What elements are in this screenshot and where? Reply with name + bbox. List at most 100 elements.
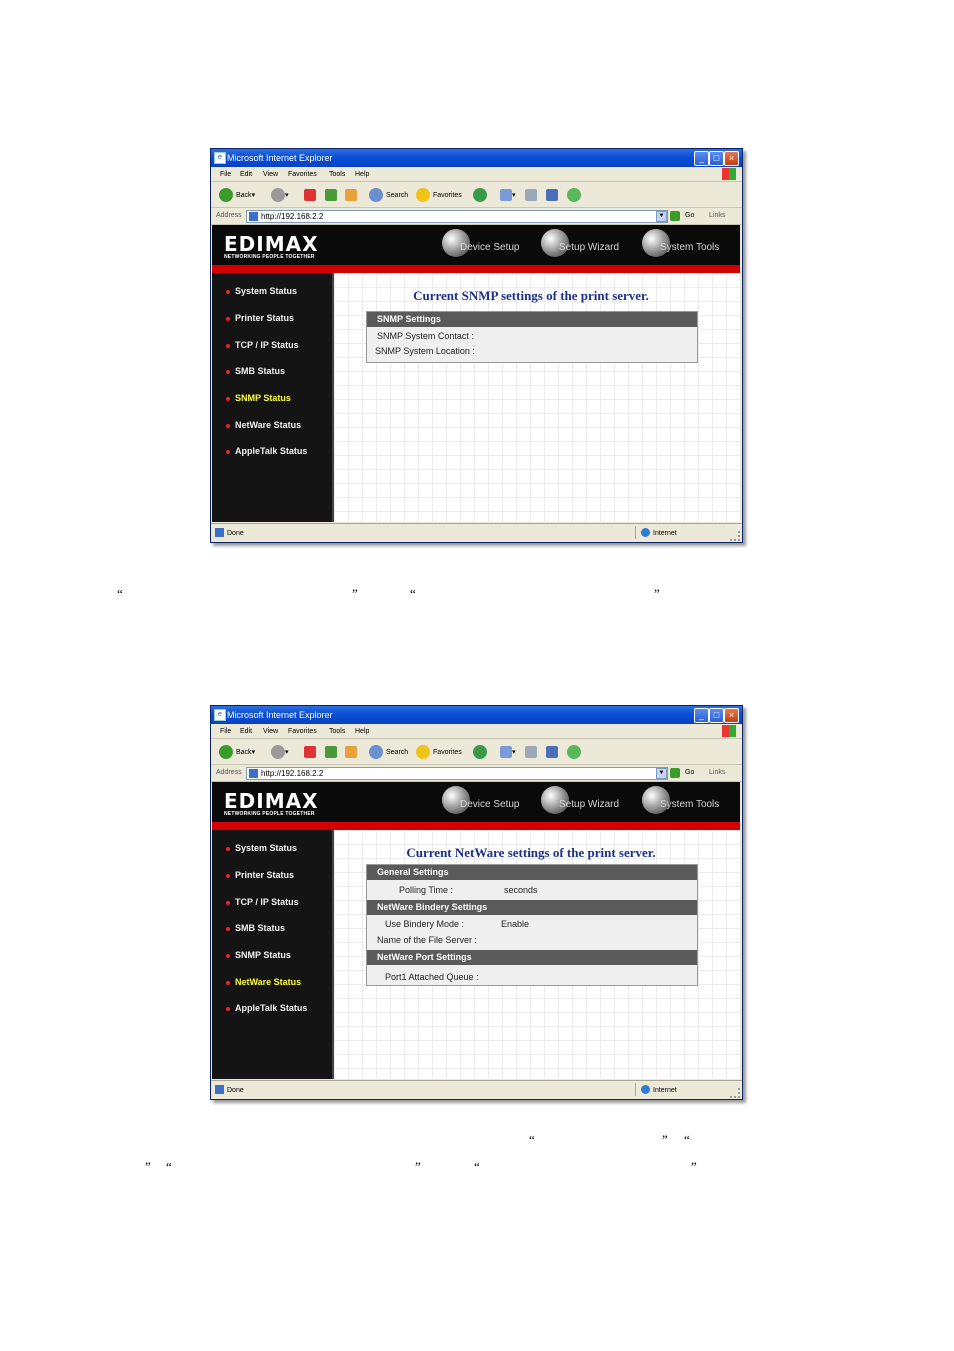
minimize-button[interactable]: _	[694, 708, 709, 723]
status-text: Done	[227, 1087, 244, 1094]
address-dropdown-icon[interactable]: ▼	[656, 768, 667, 779]
menu-file[interactable]: File	[220, 171, 231, 178]
back-button[interactable]: Back ▾	[219, 187, 255, 203]
sidebar-item-netware-status[interactable]: NetWare Status	[226, 420, 301, 430]
maximize-button[interactable]: □	[709, 151, 724, 166]
sidebar-item-smb-status[interactable]: SMB Status	[226, 366, 285, 376]
favorites-button[interactable]: Favorites	[416, 744, 462, 760]
window-title: Microsoft Internet Explorer	[227, 710, 333, 720]
minimize-button[interactable]: _	[694, 151, 709, 166]
home-button[interactable]	[345, 187, 357, 203]
maximize-button[interactable]: □	[709, 708, 724, 723]
nav-device-setup[interactable]: Device Setup	[442, 786, 519, 814]
nav-setup-wizard[interactable]: Setup Wizard	[541, 786, 619, 814]
address-url: http://192.168.2.2	[261, 769, 324, 778]
page-icon	[249, 212, 258, 221]
mail-button[interactable]: ▾	[500, 744, 516, 760]
links-button[interactable]: Links	[709, 212, 725, 219]
search-button[interactable]: Search	[369, 187, 408, 203]
forward-button[interactable]: ▾	[271, 187, 289, 203]
home-button[interactable]	[345, 744, 357, 760]
mail-button[interactable]: ▾	[500, 187, 516, 203]
page-title: Current NetWare settings of the print se…	[406, 845, 656, 860]
page-content: EDIMAX NETWORKING PEOPLE TOGETHER Device…	[212, 225, 740, 522]
section-header-port: NetWare Port Settings	[367, 950, 697, 965]
windows-logo-icon	[722, 725, 736, 737]
go-button[interactable]: Go	[685, 212, 694, 219]
resize-grip[interactable]	[730, 1088, 740, 1098]
go-arrow-icon[interactable]	[670, 768, 680, 778]
sidebar-item-system-status[interactable]: System Status	[226, 843, 297, 853]
menu-help[interactable]: Help	[355, 171, 369, 178]
favorites-button[interactable]: Favorites	[416, 187, 462, 203]
menu-favorites[interactable]: Favorites	[288, 171, 317, 178]
refresh-button[interactable]	[325, 187, 337, 203]
menu-favorites[interactable]: Favorites	[288, 728, 317, 735]
sidebar-item-printer-status[interactable]: Printer Status	[226, 870, 294, 880]
sidebar-item-netware-status[interactable]: NetWare Status	[226, 977, 301, 987]
menu-view[interactable]: View	[263, 171, 278, 178]
sidebar-item-appletalk-status[interactable]: AppleTalk Status	[226, 446, 307, 456]
search-button[interactable]: Search	[369, 744, 408, 760]
address-dropdown-icon[interactable]: ▼	[656, 211, 667, 222]
stop-button[interactable]	[304, 744, 316, 760]
address-bar: Address http://192.168.2.2 ▼ Go Links	[211, 765, 742, 782]
menu-view[interactable]: View	[263, 728, 278, 735]
go-button[interactable]: Go	[685, 769, 694, 776]
menu-file[interactable]: File	[220, 728, 231, 735]
nav-system-tools[interactable]: System Tools	[642, 786, 719, 814]
sidebar-item-system-status[interactable]: System Status	[226, 286, 297, 296]
messenger-button[interactable]	[567, 187, 581, 203]
history-button[interactable]	[473, 187, 487, 203]
menu-help[interactable]: Help	[355, 728, 369, 735]
use-bindery-mode-value: Enable	[501, 919, 530, 929]
toolbar: Back ▾ ▾ Search Favorites ▾	[211, 182, 742, 208]
menu-edit[interactable]: Edit	[240, 171, 252, 178]
edimax-logo: EDIMAX	[224, 232, 319, 256]
sidebar-item-tcp-ip-status[interactable]: TCP / IP Status	[226, 897, 299, 907]
messenger-icon	[567, 745, 581, 759]
nav-setup-wizard[interactable]: Setup Wizard	[541, 229, 619, 257]
print-button[interactable]	[525, 744, 537, 760]
edit-icon	[546, 189, 558, 201]
back-button[interactable]: Back ▾	[219, 744, 255, 760]
close-button[interactable]: ×	[724, 151, 739, 166]
history-button[interactable]	[473, 744, 487, 760]
links-button[interactable]: Links	[709, 769, 725, 776]
page-icon	[249, 769, 258, 778]
print-button[interactable]	[525, 187, 537, 203]
section-header: SNMP Settings	[367, 312, 697, 327]
print-icon	[525, 189, 537, 201]
resize-grip[interactable]	[730, 531, 740, 541]
sidebar-item-tcp-ip-status[interactable]: TCP / IP Status	[226, 340, 299, 350]
address-input[interactable]: http://192.168.2.2	[246, 210, 668, 223]
close-button[interactable]: ×	[724, 708, 739, 723]
menu-tools[interactable]: Tools	[329, 171, 345, 178]
address-input[interactable]: http://192.168.2.2	[246, 767, 668, 780]
refresh-icon	[325, 746, 337, 758]
address-label: Address	[216, 769, 242, 776]
sidebar-item-snmp-status[interactable]: SNMP Status	[226, 393, 291, 403]
header-divider	[212, 822, 740, 830]
edit-button[interactable]	[546, 187, 558, 203]
nav-device-setup[interactable]: Device Setup	[442, 229, 519, 257]
messenger-button[interactable]	[567, 744, 581, 760]
security-zone: Internet	[653, 530, 677, 537]
forward-button[interactable]: ▾	[271, 744, 289, 760]
status-divider	[635, 526, 636, 539]
edimax-logo: EDIMAX	[224, 789, 319, 813]
nav-system-tools[interactable]: System Tools	[642, 229, 719, 257]
go-arrow-icon[interactable]	[670, 211, 680, 221]
sidebar-item-smb-status[interactable]: SMB Status	[226, 923, 285, 933]
page-content: EDIMAX NETWORKING PEOPLE TOGETHER Device…	[212, 782, 740, 1079]
bullet-icon	[226, 369, 230, 374]
sidebar-item-appletalk-status[interactable]: AppleTalk Status	[226, 1003, 307, 1013]
edimax-tagline: NETWORKING PEOPLE TOGETHER	[224, 811, 315, 817]
refresh-button[interactable]	[325, 744, 337, 760]
stop-button[interactable]	[304, 187, 316, 203]
sidebar-item-printer-status[interactable]: Printer Status	[226, 313, 294, 323]
edit-button[interactable]	[546, 744, 558, 760]
sidebar-item-snmp-status[interactable]: SNMP Status	[226, 950, 291, 960]
menu-edit[interactable]: Edit	[240, 728, 252, 735]
menu-tools[interactable]: Tools	[329, 728, 345, 735]
